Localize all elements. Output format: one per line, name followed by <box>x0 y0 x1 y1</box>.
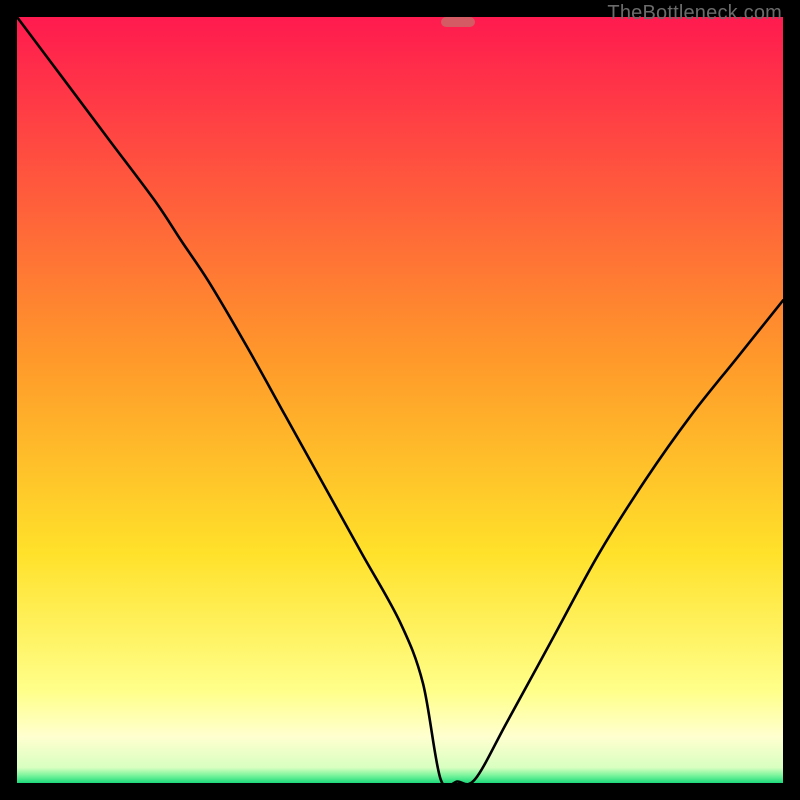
plot-area <box>17 17 783 783</box>
optimal-marker <box>441 17 476 27</box>
chart-frame: TheBottleneck.com <box>0 0 800 800</box>
watermark-text: TheBottleneck.com <box>607 2 782 25</box>
